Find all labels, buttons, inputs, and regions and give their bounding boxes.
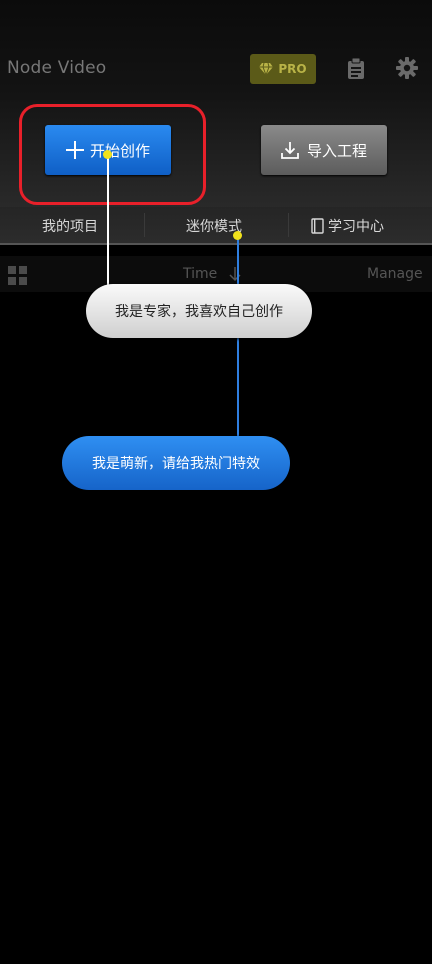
tab-divider xyxy=(288,213,289,237)
expert-option-text: 我是专家，我喜欢自己创作 xyxy=(115,304,283,320)
import-project-label: 导入工程 xyxy=(306,141,367,160)
tab-bar: 我的项目 迷你模式 学习中心 xyxy=(0,207,432,245)
app-title: Node Video xyxy=(7,58,107,78)
sort-label[interactable]: Time xyxy=(183,266,217,282)
diamond-icon xyxy=(259,63,274,75)
grid-view-icon[interactable] xyxy=(8,266,27,285)
pointer-line-expert xyxy=(107,154,109,288)
pro-button[interactable]: PRO xyxy=(250,54,316,84)
clipboard-icon[interactable] xyxy=(347,58,365,80)
tab-divider xyxy=(144,213,145,237)
newbie-option-text: 我是萌新，请给我热门特效 xyxy=(92,456,260,472)
pro-label: PRO xyxy=(278,62,307,76)
tab-learning-center[interactable]: 学习中心 xyxy=(311,216,384,236)
download-icon xyxy=(281,142,299,159)
tab-my-projects-label: 我的项目 xyxy=(42,219,98,235)
expert-option-bubble[interactable]: 我是专家，我喜欢自己创作 xyxy=(86,284,312,338)
pointer-dot-newbie xyxy=(233,231,242,240)
pointer-dot-expert xyxy=(103,150,112,159)
manage-button[interactable]: Manage xyxy=(367,266,423,282)
sort-arrow-icon[interactable] xyxy=(228,266,242,282)
newbie-option-bubble[interactable]: 我是萌新，请给我热门特效 xyxy=(62,436,290,490)
highlight-ring xyxy=(19,104,206,205)
book-icon xyxy=(311,218,324,234)
import-project-button[interactable]: 导入工程 xyxy=(261,125,387,175)
gear-icon[interactable] xyxy=(396,57,418,79)
tab-my-projects[interactable]: 我的项目 xyxy=(42,216,98,236)
tab-learning-center-label: 学习中心 xyxy=(328,219,384,235)
top-bar xyxy=(0,0,432,100)
